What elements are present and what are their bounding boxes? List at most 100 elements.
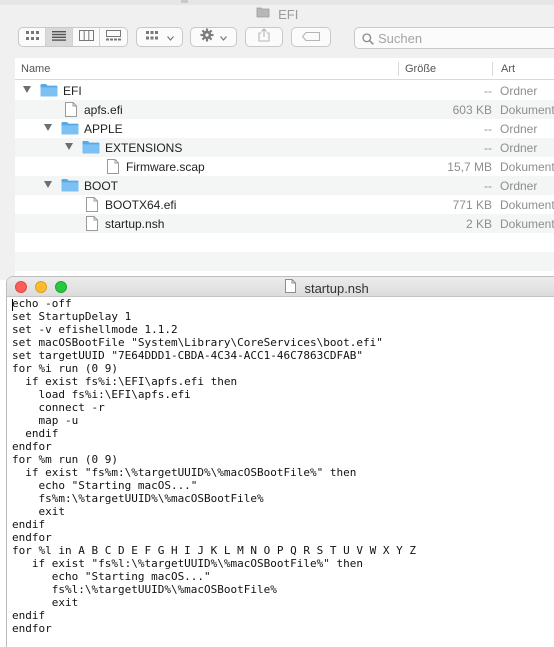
list-item[interactable]: apfs.efi 603 KB Dokument [15, 100, 554, 119]
action-button[interactable] [190, 27, 237, 47]
list-item[interactable]: Firmware.scap 15,7 MB Dokument [15, 157, 554, 176]
editor-title-group: startup.nsh [285, 279, 369, 298]
file-size: -- [484, 84, 492, 98]
file-size: 603 KB [452, 103, 492, 117]
code-line: echo "Starting macOS..." [12, 479, 198, 492]
gallery-view-button[interactable] [100, 28, 127, 46]
list-item[interactable]: startup.nsh 2 KB Dokument [15, 214, 554, 233]
file-size: 771 KB [452, 198, 492, 212]
finder-toolbar: Suchen [0, 26, 554, 54]
disclosure-triangle-icon[interactable] [44, 124, 52, 131]
column-header-size[interactable]: Größe [405, 63, 436, 75]
file-kind: Ordner [500, 122, 538, 136]
file-name: BOOT [84, 179, 119, 193]
code-line: map -u [12, 414, 79, 427]
empty-row [15, 252, 554, 271]
file-size: -- [484, 179, 492, 193]
list-item[interactable]: EXTENSIONS -- Ordner [15, 138, 554, 157]
code-line: set StartupDelay 1 [12, 310, 132, 323]
file-size: 15,7 MB [447, 160, 492, 174]
code-line: exit [12, 596, 79, 609]
gallery-view-icon [106, 28, 121, 46]
code-line: set targetUUID "7E64DDD1-CBDA-4C34-ACC1-… [12, 349, 363, 362]
code-line: if exist "fs%l:\%targetUUID%\%macOSBootF… [12, 557, 363, 570]
disclosure-triangle-icon[interactable] [44, 181, 52, 188]
text-editor-content[interactable]: echo -off set StartupDelay 1 set -v efishe… [12, 297, 416, 635]
empty-row [15, 233, 554, 252]
share-icon [258, 27, 270, 47]
list-item[interactable]: APPLE -- Ordner [15, 119, 554, 138]
list-view-icon [52, 28, 66, 46]
code-line: set macOSBootFile "System\Library\CoreSe… [12, 336, 383, 349]
tags-button[interactable] [291, 27, 331, 47]
list-header: Name Größe Art [15, 58, 554, 80]
finder-titlebar: EFI [0, 5, 554, 25]
icon-view-button[interactable] [19, 28, 46, 46]
list-item[interactable]: BOOTX64.efi 771 KB Dokument [15, 195, 554, 214]
folder-icon [40, 83, 58, 100]
list-view-button[interactable] [46, 28, 73, 46]
group-button[interactable] [136, 27, 183, 47]
file-size: 2 KB [465, 217, 492, 231]
text-cursor [12, 299, 13, 311]
zoom-button[interactable] [55, 281, 67, 293]
file-name: EXTENSIONS [105, 141, 183, 155]
search-icon [362, 32, 374, 50]
column-divider[interactable] [492, 62, 493, 76]
code-line: endif [12, 609, 46, 622]
file-kind: Dokument [500, 160, 554, 174]
code-line: set -v efishellmode 1.1.2 [12, 323, 178, 336]
code-line: endif [12, 427, 59, 440]
document-icon [65, 102, 77, 120]
document-icon [86, 197, 98, 215]
search-field[interactable]: Suchen [354, 27, 554, 49]
file-list: Name Größe Art EFI -- Ordner apfs.efi 603 KB… [15, 58, 554, 280]
folder-icon [61, 121, 79, 138]
code-line: for %l in A B C D E F G H I J K L M N O … [12, 544, 416, 557]
list-item[interactable]: EFI -- Ordner [15, 81, 554, 100]
code-line: for %m run (0 9) [12, 453, 118, 466]
finder-window: EFI Suchen Name Größe Art EFI -- Ordner … [0, 0, 554, 280]
code-line: exit [12, 505, 65, 518]
disclosure-triangle-icon[interactable] [65, 143, 73, 150]
view-mode-control [18, 27, 128, 47]
disclosure-triangle-icon[interactable] [23, 86, 31, 93]
code-line: if exist fs%i:\EFI\apfs.efi then [12, 375, 238, 388]
close-button[interactable] [15, 281, 27, 293]
code-line: fs%m:\%targetUUID%\%macOSBootFile% [12, 492, 264, 505]
file-name: Firmware.scap [126, 160, 205, 174]
code-line: fs%l:\%targetUUID%\%macOSBootFile% [12, 583, 277, 596]
minimize-button[interactable] [35, 281, 47, 293]
file-name: BOOTX64.efi [105, 198, 177, 212]
document-icon [285, 279, 296, 298]
editor-window: startup.nsh echo -off set StartupDelay 1s… [7, 277, 554, 647]
file-name: startup.nsh [105, 217, 165, 231]
column-view-button[interactable] [73, 28, 100, 46]
chevron-down-icon [220, 28, 227, 46]
file-name: EFI [63, 84, 82, 98]
code-line: endfor [12, 622, 52, 635]
list-item[interactable]: BOOT -- Ordner [15, 176, 554, 195]
column-header-name[interactable]: Name [21, 63, 50, 75]
file-kind: Ordner [500, 179, 538, 193]
file-kind: Ordner [500, 84, 538, 98]
folder-icon [82, 140, 100, 157]
code-line: endif [12, 518, 46, 531]
column-header-kind[interactable]: Art [501, 63, 515, 75]
tag-icon [301, 28, 321, 46]
icon-view-icon [25, 28, 39, 46]
file-size: -- [484, 141, 492, 155]
column-divider[interactable] [398, 62, 399, 76]
file-name: apfs.efi [84, 103, 123, 117]
window-title: EFI [278, 6, 299, 22]
share-button[interactable] [245, 27, 283, 47]
gear-icon [200, 28, 214, 47]
document-icon [107, 159, 119, 177]
code-line: if exist "fs%m:\%targetUUID%\%macOSBootF… [12, 466, 357, 479]
file-kind: Dokument [500, 198, 554, 212]
code-line: endfor [12, 440, 52, 453]
code-line: endfor [12, 531, 52, 544]
group-icon [145, 28, 161, 46]
file-kind: Dokument [500, 217, 554, 231]
chevron-down-icon [166, 28, 174, 46]
